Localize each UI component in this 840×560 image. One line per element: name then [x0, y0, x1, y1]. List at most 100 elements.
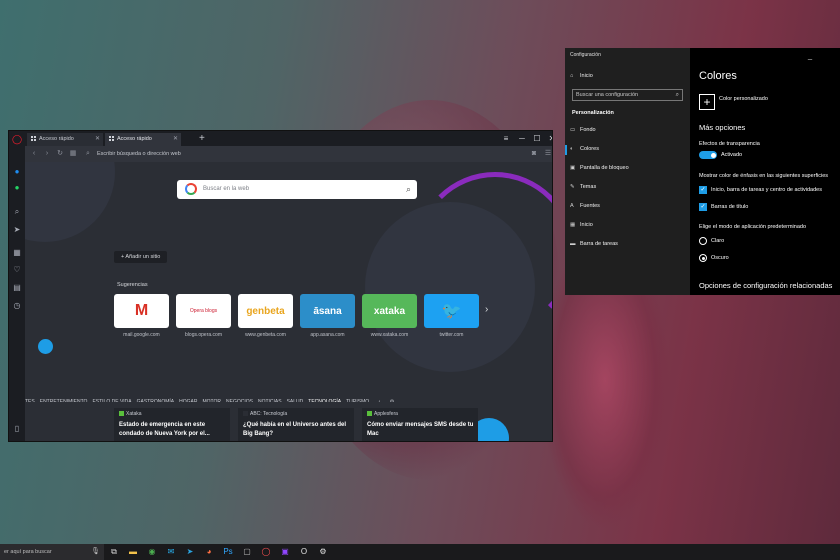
tab-menu-icon[interactable]: ≡: [499, 131, 513, 146]
news-card[interactable]: ABC: Tecnología ¿Qué había en el Univers…: [238, 408, 354, 441]
start-icon: ▦: [570, 222, 576, 228]
maximize-button[interactable]: ☐: [530, 131, 544, 146]
news-category-tab[interactable]: ENTRETENIMIENTO: [40, 396, 88, 402]
search-icon[interactable]: ⌕: [406, 182, 411, 196]
sidebar-item-pantalla-bloqueo[interactable]: ▣ Pantalla de bloqueo: [570, 165, 629, 171]
sidebar-item-colores[interactable]: ◐ Colores: [570, 146, 599, 152]
custom-color-label[interactable]: Color personalizado: [719, 96, 768, 102]
opera-taskbar-icon[interactable]: ◯: [257, 544, 275, 560]
speed-dial-caption[interactable]: blogs.opera.com: [176, 332, 231, 338]
news-category-tab[interactable]: ESTILO DE VIDA: [92, 396, 131, 402]
photoshop-icon[interactable]: Ps: [219, 544, 237, 560]
news-category-tab[interactable]: MOTOR: [202, 396, 221, 402]
news-category-tab[interactable]: GASTRONOMÍA: [137, 396, 175, 402]
speed-dial-tile[interactable]: 🐦: [424, 294, 479, 328]
close-tab-icon[interactable]: ✕: [95, 133, 100, 146]
news-category-tab[interactable]: NEGOCIOS: [226, 396, 253, 402]
light-mode-label[interactable]: Claro: [711, 238, 724, 244]
chrome-icon[interactable]: ◉: [143, 544, 161, 560]
minimize-button[interactable]: ─: [515, 131, 529, 146]
opera-logo-icon[interactable]: ◯: [9, 134, 25, 144]
news-card[interactable]: Applesfera Cómo enviar mensajes SMS desd…: [362, 408, 478, 441]
dark-mode-radio[interactable]: [699, 254, 707, 262]
telegram-icon[interactable]: ➤: [181, 544, 199, 560]
new-tab-button[interactable]: +: [199, 132, 205, 146]
sidebar-item-barra-tareas[interactable]: ▬ Barra de tareas: [570, 241, 618, 247]
close-button[interactable]: ✕: [545, 131, 552, 146]
accent-start-taskbar-checkbox[interactable]: ✓: [699, 186, 707, 194]
tab-speed-dial-2[interactable]: Acceso rápido ✕: [105, 133, 181, 146]
accent-start-taskbar-label[interactable]: Inicio, barra de tareas y centro de acti…: [711, 187, 822, 193]
apps-grid-icon[interactable]: ▦: [9, 248, 25, 258]
speed-dial-tile[interactable]: xataka: [362, 294, 417, 328]
speed-dial-caption[interactable]: www.genbeta.com: [238, 332, 293, 338]
speed-dial-tile[interactable]: Opera blogs: [176, 294, 231, 328]
messenger-icon[interactable]: ●: [9, 167, 25, 177]
settings-gear-icon[interactable]: ⚙: [314, 544, 332, 560]
file-explorer-icon[interactable]: ▬: [124, 544, 142, 560]
home-icon: ⌂: [570, 73, 574, 79]
news-category-tab[interactable]: HOGAR: [179, 396, 197, 402]
taskbar-search-box[interactable]: er aquí para buscar 🎙: [0, 544, 104, 560]
dark-mode-label[interactable]: Oscuro: [711, 255, 729, 261]
microphone-icon[interactable]: 🎙: [91, 544, 100, 560]
address-input[interactable]: Escribir búsqueda o dirección web: [97, 146, 181, 162]
speed-dial-caption[interactable]: app.asana.com: [300, 332, 355, 338]
opera-gx-icon[interactable]: O: [295, 544, 313, 560]
transparency-toggle[interactable]: [699, 151, 717, 159]
forward-icon[interactable]: ›: [42, 146, 52, 162]
sidebar-item-fondo[interactable]: ▭ Fondo: [570, 127, 596, 133]
news-category-tab[interactable]: TECNOLOGÍA: [308, 397, 341, 402]
related-settings-heading: Opciones de configuración relacionadas: [699, 281, 833, 290]
news-category-tab[interactable]: TES: [25, 396, 35, 402]
light-mode-radio[interactable]: [699, 237, 707, 245]
sidebar-item-inicio[interactable]: ▦ Inicio: [570, 222, 593, 228]
web-search-box[interactable]: Buscar en la web ⌕: [177, 180, 417, 199]
add-site-button[interactable]: + Añadir un sitio: [114, 251, 168, 263]
categories-scroll-left-icon[interactable]: ‹: [379, 396, 381, 402]
search-icon: ⌕: [675, 92, 679, 98]
settings-search-input[interactable]: Buscar una configuración ⌕: [572, 89, 683, 101]
whatsapp-icon[interactable]: ●: [9, 183, 25, 193]
speed-dial-icon: [109, 136, 114, 141]
history-icon[interactable]: ◷: [9, 301, 25, 311]
heart-icon[interactable]: ♡: [9, 265, 25, 275]
reload-icon[interactable]: ↻: [55, 146, 65, 162]
back-icon[interactable]: ‹: [29, 146, 39, 162]
speed-dial-tile[interactable]: āsana: [300, 294, 355, 328]
news-category-tab[interactable]: NOTICIAS: [258, 396, 282, 402]
twitch-icon[interactable]: ▣: [276, 544, 294, 560]
news-icon[interactable]: ▤: [9, 283, 25, 293]
minimize-button[interactable]: ─: [800, 53, 820, 67]
sidebar-item-fuentes[interactable]: A Fuentes: [570, 203, 600, 209]
close-tab-icon[interactable]: ✕: [173, 133, 178, 146]
news-settings-icon[interactable]: ⚙: [390, 396, 394, 402]
search-icon[interactable]: ⌕: [9, 207, 25, 217]
mail-icon[interactable]: ✉: [162, 544, 180, 560]
next-suggestions-icon[interactable]: ›: [485, 304, 488, 315]
app-icon[interactable]: ▢: [238, 544, 256, 560]
speed-dial-tile[interactable]: M: [114, 294, 169, 328]
send-icon[interactable]: ➤: [9, 225, 25, 235]
easy-setup-icon[interactable]: ☰: [543, 146, 552, 162]
speed-dial-page: Buscar en la web ⌕ + Añadir un sitio Sug…: [25, 162, 552, 441]
search-input[interactable]: Buscar en la web: [203, 180, 249, 199]
news-category-tab[interactable]: TURISMO: [346, 396, 369, 402]
speed-dial-tile[interactable]: genbeta: [238, 294, 293, 328]
tabs-overview-icon[interactable]: ▦: [68, 146, 78, 162]
speed-dial-caption[interactable]: mail.google.com: [114, 332, 169, 338]
sidebar-item-temas[interactable]: ✎ Temas: [570, 184, 596, 190]
speed-dial-caption[interactable]: twitter.com: [424, 332, 479, 338]
camera-icon[interactable]: ◙: [529, 146, 539, 162]
news-category-tab[interactable]: SALUD: [287, 396, 304, 402]
settings-home-link[interactable]: ⌂ Inicio: [570, 73, 593, 79]
tab-speed-dial-1[interactable]: Acceso rápido ✕: [27, 133, 103, 146]
add-custom-color-button[interactable]: +: [699, 94, 715, 110]
sidebar-toggle-icon[interactable]: ▯: [9, 424, 25, 434]
firefox-icon[interactable]: ◕: [200, 544, 218, 560]
speed-dial-caption[interactable]: www.xataka.com: [362, 332, 417, 338]
accent-titlebars-checkbox[interactable]: ✓: [699, 203, 707, 211]
task-view-icon[interactable]: ⧉: [105, 544, 123, 560]
news-card[interactable]: Xataka Estado de emergencia en este cond…: [114, 408, 230, 441]
accent-titlebars-label[interactable]: Barras de título: [711, 204, 748, 210]
